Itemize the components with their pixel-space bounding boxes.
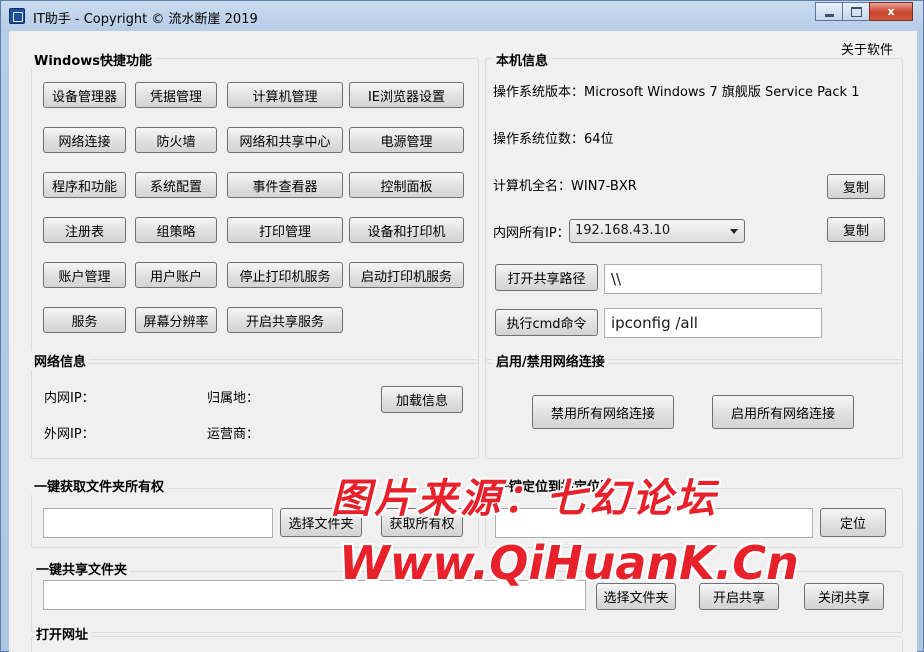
wan-ip-info-label: 外网IP：: [44, 427, 95, 442]
shortcut-button[interactable]: 事件查看器: [227, 172, 343, 198]
minimize-button[interactable]: [815, 2, 843, 21]
ownership-title: 一键获取文件夹所有权: [31, 476, 168, 495]
net-info-title: 网络信息: [31, 351, 90, 370]
about-link[interactable]: 关于软件: [841, 39, 893, 58]
net-toggle-title: 启用/禁用网络连接: [493, 351, 608, 370]
watermark-line-1: 图片来源：七幻论坛: [331, 476, 718, 522]
lan-ip-select[interactable]: 192.168.43.10: [569, 219, 745, 243]
shortcut-button[interactable]: 停止打印机服务: [227, 262, 343, 288]
shortcut-button[interactable]: 设备管理器: [43, 82, 126, 108]
shortcut-button[interactable]: 网络和共享中心: [227, 127, 343, 153]
close-button[interactable]: x: [869, 2, 913, 21]
shortcut-button[interactable]: 组策略: [135, 217, 217, 243]
shortcut-button[interactable]: 设备和打印机: [349, 217, 464, 243]
title-bar[interactable]: IT助手 - Copyright © 流水断崖 2019 x: [1, 1, 923, 31]
shortcut-button[interactable]: 控制面板: [349, 172, 464, 198]
shortcut-button[interactable]: 网络连接: [43, 127, 126, 153]
shortcut-button[interactable]: 注册表: [43, 217, 126, 243]
open-url-title: 打开网址: [33, 624, 92, 643]
lan-ip-label: 内网所有IP：: [493, 226, 570, 241]
shortcut-button[interactable]: IE浏览器设置: [349, 82, 464, 108]
ownership-folder-field[interactable]: [43, 508, 273, 538]
shortcut-button[interactable]: 程序和功能: [43, 172, 126, 198]
os-version-label: 操作系统版本：Microsoft Windows 7 旗舰版 Service P…: [493, 85, 860, 100]
share-title: 一键共享文件夹: [33, 559, 131, 578]
cmd-field[interactable]: ipconfig /all: [604, 308, 822, 338]
close-share-button[interactable]: 关闭共享: [804, 583, 884, 610]
open-share-path-button[interactable]: 打开共享路径: [495, 264, 598, 291]
locate-button[interactable]: 定位: [820, 508, 886, 537]
shortcut-button[interactable]: 电源管理: [349, 127, 464, 153]
maximize-button[interactable]: [842, 2, 870, 21]
shortcut-button[interactable]: 用户账户: [135, 262, 217, 288]
load-info-button[interactable]: 加载信息: [381, 386, 463, 413]
lan-ip-info-label: 内网IP：: [44, 391, 95, 406]
disable-network-button[interactable]: 禁用所有网络连接: [532, 395, 674, 429]
shortcut-button[interactable]: 屏幕分辨率: [135, 307, 217, 333]
copy-ip-button[interactable]: 复制: [827, 217, 885, 242]
shortcut-button[interactable]: 凭据管理: [135, 82, 217, 108]
window-controls: x: [815, 2, 913, 21]
shortcuts-group-title: Windows快捷功能: [31, 50, 156, 69]
shortcut-button[interactable]: 打印管理: [227, 217, 343, 243]
app-icon: [9, 8, 25, 24]
chevron-down-icon: [730, 229, 738, 234]
open-url-group: [31, 636, 903, 652]
computer-name-label: 计算机全名：WIN7-BXR: [493, 179, 637, 194]
os-bits-label: 操作系统位数：64位: [493, 132, 614, 147]
shortcut-button[interactable]: 账户管理: [43, 262, 126, 288]
shortcut-button[interactable]: 服务: [43, 307, 126, 333]
run-cmd-button[interactable]: 执行cmd命令: [495, 309, 598, 336]
copy-computer-name-button[interactable]: 复制: [827, 174, 885, 199]
shortcut-button[interactable]: 启动打印机服务: [349, 262, 464, 288]
watermark-line-2: Www.QiHuanK.Cn: [339, 536, 799, 590]
shortcut-button[interactable]: 计算机管理: [227, 82, 343, 108]
local-info-title: 本机信息: [493, 50, 552, 69]
app-window: IT助手 - Copyright © 流水断崖 2019 x Windows快捷…: [0, 0, 924, 652]
window-title: IT助手 - Copyright © 流水断崖 2019: [33, 12, 258, 27]
lan-ip-value: 192.168.43.10: [575, 223, 671, 238]
enable-network-button[interactable]: 启用所有网络连接: [712, 395, 854, 429]
isp-label: 运营商：: [207, 427, 260, 442]
shortcut-button[interactable]: 开启共享服务: [227, 307, 343, 333]
share-path-field[interactable]: \\: [604, 264, 822, 294]
shortcut-button[interactable]: 系统配置: [135, 172, 217, 198]
location-label: 归属地：: [207, 391, 260, 406]
shortcut-button[interactable]: 防火墙: [135, 127, 217, 153]
